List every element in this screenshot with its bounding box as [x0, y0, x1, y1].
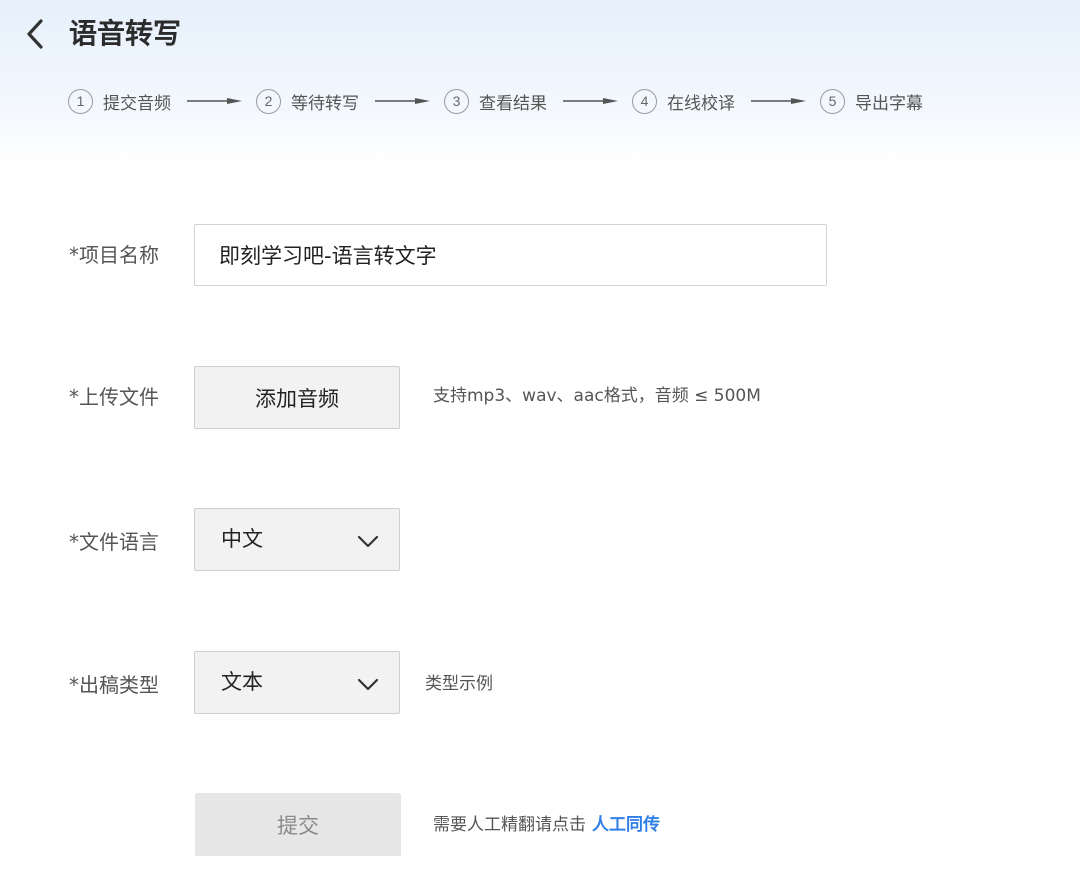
file-language-label: *文件语言: [69, 530, 159, 554]
arrow-right-icon: [563, 98, 618, 104]
chevron-down-icon: [357, 535, 379, 548]
step-5: 5 导出字幕: [820, 88, 923, 114]
step-label: 提交音频: [103, 93, 171, 114]
step-number: 5: [820, 88, 845, 114]
manual-translation-text: 需要人工精翻请点击: [433, 815, 586, 835]
chevron-down-icon: [357, 678, 379, 691]
type-example-link[interactable]: 类型示例: [425, 672, 493, 696]
project-name-input[interactable]: [194, 224, 827, 286]
upload-format-hint: 支持mp3、wav、aac格式，音频 ≤ 500M: [433, 386, 761, 406]
step-label: 在线校译: [667, 93, 735, 114]
arrow-right-icon: [751, 98, 806, 104]
output-type-selected-value: 文本: [221, 670, 263, 694]
step-2: 2 等待转写: [256, 88, 359, 114]
chevron-left-icon: [27, 19, 43, 49]
step-4: 4 在线校译: [632, 88, 735, 114]
step-number: 4: [632, 88, 657, 114]
upload-file-label: *上传文件: [69, 385, 159, 409]
language-select[interactable]: 中文: [194, 508, 400, 571]
add-audio-button[interactable]: 添加音频: [194, 366, 400, 429]
step-number: 2: [256, 88, 281, 114]
back-button[interactable]: [18, 14, 54, 54]
step-3: 3 查看结果: [444, 88, 547, 114]
output-type-label: *出稿类型: [69, 673, 159, 697]
language-selected-value: 中文: [221, 527, 263, 551]
manual-interpretation-link[interactable]: 人工同传: [592, 815, 660, 835]
step-number: 1: [68, 88, 93, 114]
arrow-right-icon: [187, 98, 242, 104]
step-label: 查看结果: [479, 93, 547, 114]
step-number: 3: [444, 88, 469, 114]
project-name-label: *项目名称: [69, 243, 159, 267]
page-title: 语音转写: [69, 17, 182, 50]
step-label: 等待转写: [291, 93, 359, 114]
step-1: 1 提交音频: [68, 88, 171, 114]
step-indicator: 1 提交音频 2 等待转写 3 查看结果 4 在线校译 5 导出字幕: [68, 86, 923, 116]
output-type-select[interactable]: 文本: [194, 651, 400, 714]
arrow-right-icon: [375, 98, 430, 104]
manual-translation-note: 需要人工精翻请点击 人工同传: [433, 813, 660, 837]
step-label: 导出字幕: [855, 93, 923, 114]
submit-button[interactable]: 提交: [195, 793, 401, 856]
